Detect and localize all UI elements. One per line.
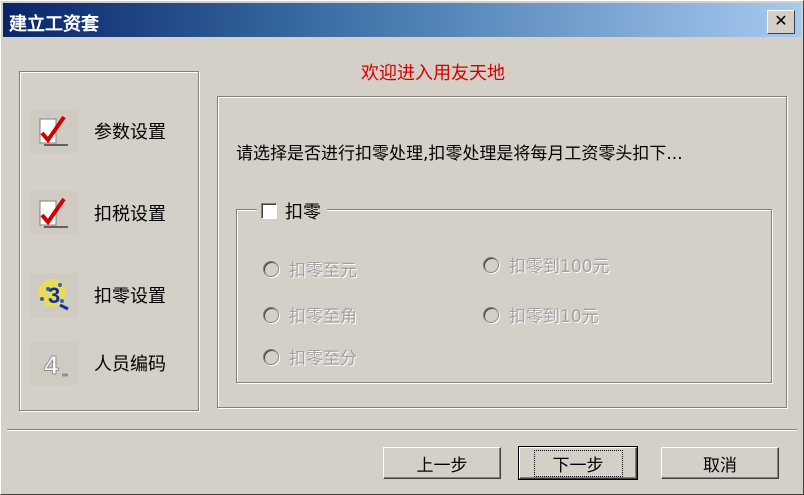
- title-bar[interactable]: 建立工资套 ✕: [3, 3, 801, 37]
- rounding-checkbox[interactable]: 扣零: [257, 198, 327, 224]
- radio-circle[interactable]: [263, 260, 279, 277]
- svg-text:3: 3: [48, 283, 60, 308]
- radio-label: 扣零至角: [289, 307, 357, 327]
- radio-round-100[interactable]: 扣零到100元: [483, 252, 609, 277]
- radio-circle[interactable]: [263, 348, 279, 365]
- radio-round-fen[interactable]: 扣零至分: [263, 344, 357, 369]
- close-icon: ✕: [774, 11, 788, 30]
- prev-button-label: 上一步: [416, 455, 468, 476]
- checkmark-icon: [30, 191, 78, 235]
- setup-wizard-window: 建立工资套 ✕ 参数设置 扣税设置 3 扣零设置 4 人员编码 欢迎进入用友天地…: [0, 0, 804, 495]
- step-params: 参数设置: [30, 106, 198, 156]
- step-label: 扣零设置: [94, 286, 166, 307]
- rounding-groupbox: 扣零 扣零至元 扣零到100元 扣零至角 扣零到10元 扣零至分: [236, 198, 772, 383]
- step-tax: 扣税设置: [30, 188, 198, 238]
- step-label: 参数设置: [94, 122, 166, 143]
- next-button[interactable]: 下一步: [518, 446, 638, 480]
- close-button[interactable]: ✕: [767, 10, 795, 34]
- radio-round-jiao[interactable]: 扣零至角: [263, 302, 357, 327]
- radio-label: 扣零到100元: [509, 257, 610, 277]
- step-4-icon: 4: [30, 341, 78, 385]
- radio-circle[interactable]: [483, 306, 499, 323]
- radio-label: 扣零至元: [289, 261, 357, 281]
- cancel-button-label: 取消: [703, 455, 737, 476]
- window-title: 建立工资套: [9, 14, 99, 35]
- step-label: 人员编码: [94, 354, 166, 375]
- wizard-content-panel: 请选择是否进行扣零处理,扣零处理是将每月工资零头扣下... 扣零 扣零至元 扣零…: [217, 96, 787, 408]
- instruction-text: 请选择是否进行扣零处理,扣零处理是将每月工资零头扣下...: [236, 144, 683, 164]
- svg-text:4: 4: [44, 350, 59, 380]
- checkbox-box[interactable]: [261, 203, 277, 219]
- radio-circle[interactable]: [263, 306, 279, 323]
- radio-label: 扣零至分: [289, 349, 357, 369]
- radio-label: 扣零到10元: [509, 307, 599, 327]
- separator: [7, 429, 797, 431]
- radio-circle[interactable]: [483, 256, 499, 273]
- step-staff-code: 4 人员编码: [30, 338, 198, 388]
- prev-button[interactable]: 上一步: [383, 447, 501, 479]
- welcome-text: 欢迎进入用友天地: [361, 63, 505, 84]
- checkbox-label: 扣零: [285, 202, 321, 223]
- step-3-icon: 3: [30, 273, 78, 317]
- radio-round-10[interactable]: 扣零到10元: [483, 302, 599, 327]
- next-button-label: 下一步: [533, 449, 623, 477]
- wizard-steps-panel: 参数设置 扣税设置 3 扣零设置 4 人员编码: [19, 71, 199, 411]
- checkmark-icon: [30, 109, 78, 153]
- radio-round-yuan[interactable]: 扣零至元: [263, 256, 357, 281]
- cancel-button[interactable]: 取消: [661, 447, 779, 479]
- step-rounding: 3 扣零设置: [30, 270, 198, 320]
- step-label: 扣税设置: [94, 204, 166, 225]
